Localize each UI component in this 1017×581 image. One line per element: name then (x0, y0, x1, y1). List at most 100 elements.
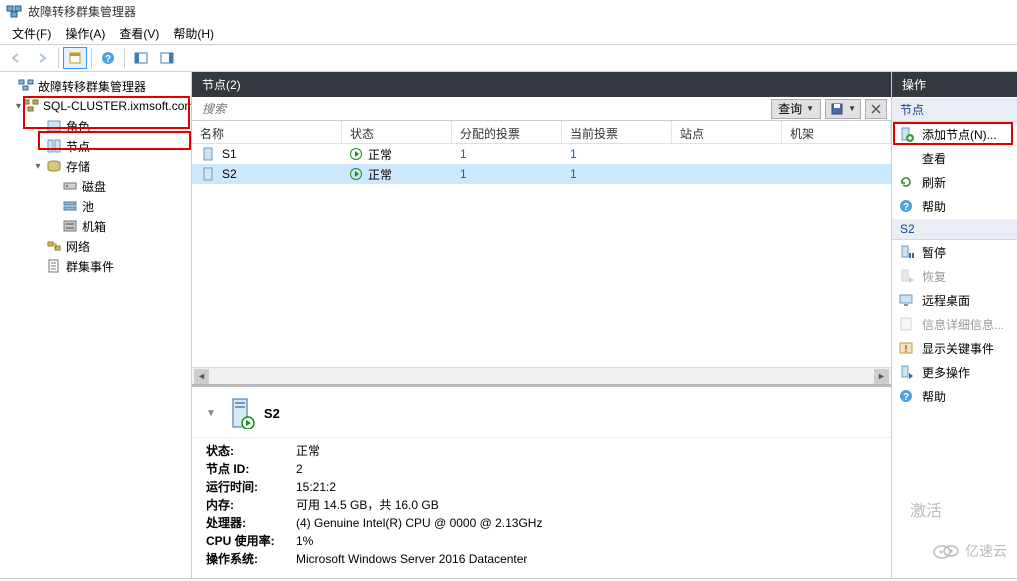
save-button[interactable]: ▼ (825, 99, 861, 119)
svg-text:!: ! (904, 344, 907, 355)
tree-pools[interactable]: 池 (0, 196, 191, 216)
tree-nodes-label: 节点 (66, 138, 90, 155)
tree-root[interactable]: 故障转移群集管理器 (0, 76, 191, 96)
help-icon: ? (898, 198, 914, 214)
action-refresh[interactable]: 刷新 (892, 170, 1017, 194)
center-title: 节点(2) (202, 76, 241, 93)
server-icon (200, 166, 216, 182)
collapse-icon[interactable]: ▾ (16, 101, 21, 112)
disks-icon (62, 178, 78, 194)
col-status[interactable]: 状态 (342, 121, 452, 143)
storage-icon (46, 158, 62, 174)
tree-storage[interactable]: ▾ 存储 (0, 156, 191, 176)
col-current[interactable]: 当前投票 (562, 121, 672, 143)
tree-panel: 故障转移群集管理器 ▾ SQL-CLUSTER.ixmsoft.com 角色 节… (0, 72, 192, 578)
menu-help[interactable]: 帮助(H) (167, 23, 220, 44)
col-assigned[interactable]: 分配的投票 (452, 121, 562, 143)
menu-action[interactable]: 操作(A) (59, 23, 111, 44)
action-resume: 恢复 (892, 264, 1017, 288)
networks-icon (46, 238, 62, 254)
pools-icon (62, 198, 78, 214)
action-view[interactable]: 查看 (892, 146, 1017, 170)
cluster-icon (23, 98, 39, 114)
roles-icon (46, 118, 62, 134)
tree-disks-label: 磁盘 (82, 178, 106, 195)
center-header: 节点(2) (192, 72, 891, 97)
nodes-icon (46, 138, 62, 154)
tree-cluster-label: SQL-CLUSTER.ixmsoft.com (43, 99, 192, 113)
toolbar-back-button (4, 47, 28, 69)
scroll-left-icon[interactable]: ◄ (194, 369, 209, 384)
search-input[interactable] (196, 100, 767, 118)
search-bar: 查询▼ ▼ (192, 97, 891, 121)
menubar: 文件(F) 操作(A) 查看(V) 帮助(H) (0, 22, 1017, 44)
tree-roles[interactable]: 角色 (0, 116, 191, 136)
detail-body: 状态:正常 节点 ID:2 运行时间:15:21:2 内存:可用 14.5 GB… (192, 438, 891, 578)
toolbar-panel1-button[interactable] (129, 47, 153, 69)
pause-icon (898, 244, 914, 260)
detail-panel: ▼ S2 状态:正常 节点 ID:2 运行时间:15:21:2 内存:可用 14… (192, 384, 891, 578)
events-icon (46, 258, 62, 274)
table-row[interactable]: S2 正常 1 1 (192, 164, 891, 184)
tree-networks[interactable]: 网络 (0, 236, 191, 256)
actions-section-node: S2 (892, 218, 1017, 240)
titlebar: 故障转移群集管理器 (0, 0, 1017, 22)
menu-view[interactable]: 查看(V) (113, 23, 165, 44)
more-icon (898, 364, 914, 380)
tree-roles-label: 角色 (66, 118, 90, 135)
tree-events[interactable]: 群集事件 (0, 256, 191, 276)
action-help[interactable]: ?帮助 (892, 194, 1017, 218)
nodes-grid: 名称 状态 分配的投票 当前投票 站点 机架 S1 正常 1 1 S2 正 (192, 121, 891, 184)
collapse-detail-icon[interactable]: ▼ (206, 408, 216, 419)
app-icon (6, 3, 22, 19)
dropdown-icon: ▼ (848, 104, 856, 113)
tree-networks-label: 网络 (66, 238, 90, 255)
tree-nodes[interactable]: 节点 (0, 136, 191, 156)
dropdown-icon: ▼ (806, 104, 814, 113)
action-add-node[interactable]: 添加节点(N)... (892, 122, 1017, 146)
toolbar-help-button[interactable]: ? (96, 47, 120, 69)
window-title: 故障转移群集管理器 (28, 3, 136, 20)
action-critical-events[interactable]: !显示关键事件 (892, 336, 1017, 360)
svg-text:?: ? (105, 54, 111, 65)
help-icon: ? (898, 388, 914, 404)
svg-text:?: ? (903, 202, 909, 213)
actions-panel: 操作 节点 添加节点(N)... 查看 刷新 ?帮助 S2 暂停 恢复 远程桌面… (892, 72, 1017, 578)
toolbar-panel2-button[interactable] (155, 47, 179, 69)
actions-header: 操作 (892, 72, 1017, 97)
tree-enclosures[interactable]: 机箱 (0, 216, 191, 236)
tree-enclosures-label: 机箱 (82, 218, 106, 235)
toolbar-view-button[interactable] (63, 47, 87, 69)
toolbar-divider-3 (124, 48, 125, 68)
status-ok-icon (350, 148, 362, 160)
menu-file[interactable]: 文件(F) (6, 23, 57, 44)
col-rack[interactable]: 机架 (782, 121, 891, 143)
col-site[interactable]: 站点 (672, 121, 782, 143)
detail-name: S2 (264, 406, 280, 421)
toolbar-forward-button (30, 47, 54, 69)
server-icon (200, 146, 216, 162)
table-row[interactable]: S1 正常 1 1 (192, 144, 891, 164)
tree-pools-label: 池 (82, 198, 94, 215)
svg-text:?: ? (903, 392, 909, 403)
scroll-right-icon[interactable]: ► (874, 369, 889, 384)
tree-disks[interactable]: 磁盘 (0, 176, 191, 196)
grid-header: 名称 状态 分配的投票 当前投票 站点 机架 (192, 121, 891, 144)
clear-button[interactable] (865, 99, 887, 119)
query-button[interactable]: 查询▼ (771, 99, 821, 119)
toolbar: ? (0, 44, 1017, 72)
tree-storage-label: 存储 (66, 158, 90, 175)
col-name[interactable]: 名称 (192, 121, 342, 143)
action-remote-desktop[interactable]: 远程桌面 (892, 288, 1017, 312)
details-icon (898, 316, 914, 332)
cluster-mgr-icon (18, 78, 34, 94)
tree-cluster[interactable]: ▾ SQL-CLUSTER.ixmsoft.com (0, 96, 191, 116)
resume-icon (898, 268, 914, 284)
action-pause[interactable]: 暂停 (892, 240, 1017, 264)
center-panel: 节点(2) 查询▼ ▼ 名称 状态 分配的投票 当前投票 站点 机架 S1 正常… (192, 72, 892, 578)
hscrollbar[interactable]: ◄ ► (192, 367, 891, 384)
action-more[interactable]: 更多操作 (892, 360, 1017, 384)
status-ok-icon (350, 168, 362, 180)
collapse-icon[interactable]: ▾ (32, 161, 44, 172)
action-help-2[interactable]: ?帮助 (892, 384, 1017, 408)
